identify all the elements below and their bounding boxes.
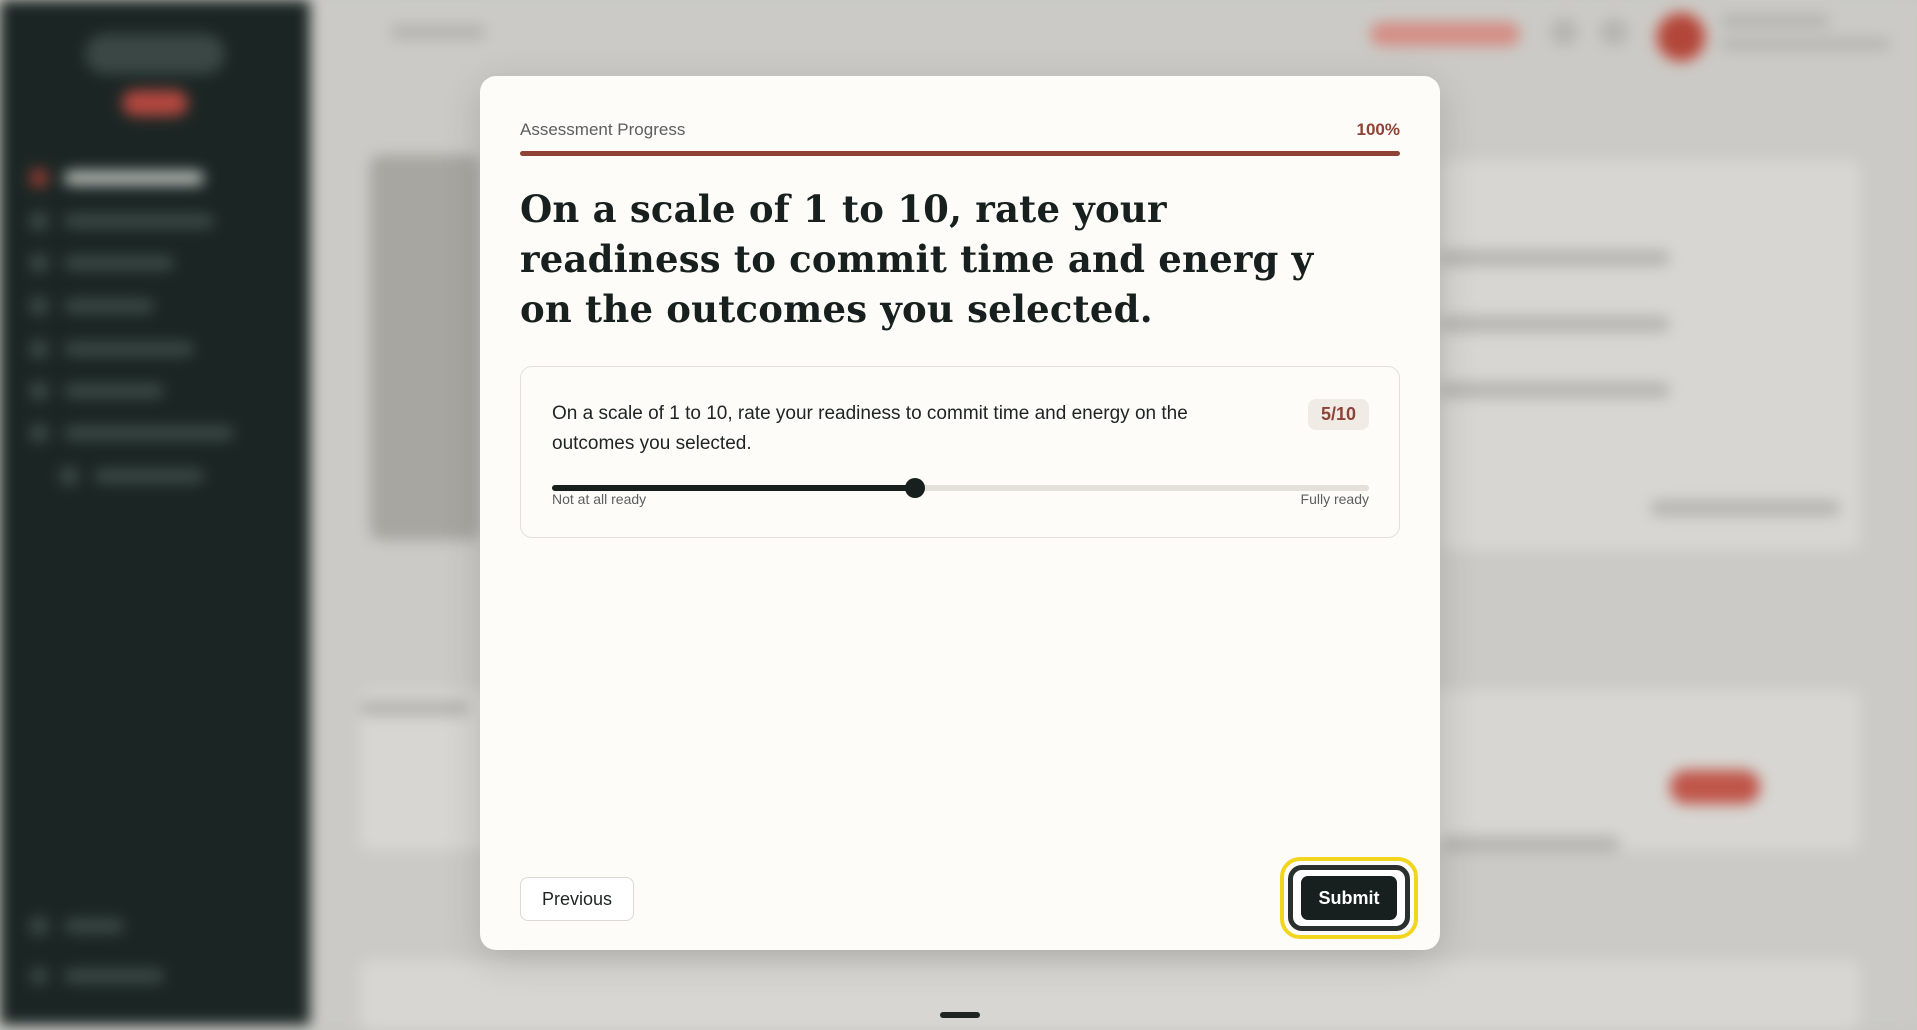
score-badge: 5/10 bbox=[1307, 399, 1369, 430]
avatar[interactable] bbox=[1656, 12, 1706, 62]
sidebar-item[interactable] bbox=[60, 465, 204, 487]
readiness-slider[interactable] bbox=[552, 477, 1369, 499]
bg-line bbox=[360, 700, 470, 716]
progress-bar bbox=[520, 151, 1400, 156]
previous-button[interactable]: Previous bbox=[520, 877, 635, 921]
sidebar bbox=[0, 0, 310, 1025]
progress-bar-fill bbox=[520, 151, 1400, 156]
bg-badge bbox=[1370, 22, 1520, 46]
logo-badge bbox=[122, 90, 188, 116]
bg-badge bbox=[1670, 770, 1760, 804]
bg-line bbox=[1440, 250, 1670, 266]
bg-icon bbox=[1550, 18, 1578, 46]
bg-card bbox=[360, 960, 1860, 1030]
progress-header: Assessment Progress 100% bbox=[520, 119, 1400, 141]
sidebar-item[interactable] bbox=[30, 338, 194, 360]
bg-image bbox=[370, 155, 480, 540]
sidebar-item[interactable] bbox=[30, 380, 164, 402]
bg-icon bbox=[1600, 18, 1628, 46]
bg-line bbox=[1650, 500, 1840, 516]
progress-label: Assessment Progress bbox=[520, 120, 686, 139]
home-indicator bbox=[940, 1012, 980, 1018]
assessment-modal: Assessment Progress 100% On a scale of 1… bbox=[480, 76, 1440, 950]
submit-focus-ring-inner: Submit bbox=[1288, 865, 1410, 931]
progress-percent: 100% bbox=[1356, 120, 1400, 139]
slider-max-label: Fully ready bbox=[1300, 491, 1369, 507]
sidebar-item[interactable] bbox=[30, 252, 174, 274]
bg-line bbox=[1720, 14, 1830, 28]
bg-line bbox=[1440, 382, 1670, 398]
slider-thumb[interactable] bbox=[905, 478, 926, 498]
bg-line bbox=[1440, 836, 1620, 852]
bg-card bbox=[1440, 160, 1860, 550]
sidebar-item[interactable] bbox=[30, 295, 154, 317]
question-card: On a scale of 1 to 10, rate your readine… bbox=[520, 366, 1400, 538]
slider-min-label: Not at all ready bbox=[552, 491, 647, 507]
sidebar-item[interactable] bbox=[30, 965, 164, 987]
question-title: On a scale of 1 to 10, rate your readine… bbox=[520, 187, 1314, 331]
bg-line bbox=[1440, 316, 1670, 332]
sidebar-item[interactable] bbox=[30, 210, 214, 232]
bg-line bbox=[1720, 38, 1890, 50]
bg-line bbox=[390, 24, 486, 40]
logo bbox=[85, 34, 225, 74]
submit-button[interactable]: Submit bbox=[1301, 876, 1397, 920]
question-text: On a scale of 1 to 10, rate your readine… bbox=[552, 403, 1188, 454]
sidebar-item[interactable] bbox=[30, 422, 234, 444]
submit-focus-ring: Submit bbox=[1280, 857, 1418, 939]
sidebar-item[interactable] bbox=[30, 915, 124, 937]
sidebar-item[interactable] bbox=[30, 167, 204, 189]
